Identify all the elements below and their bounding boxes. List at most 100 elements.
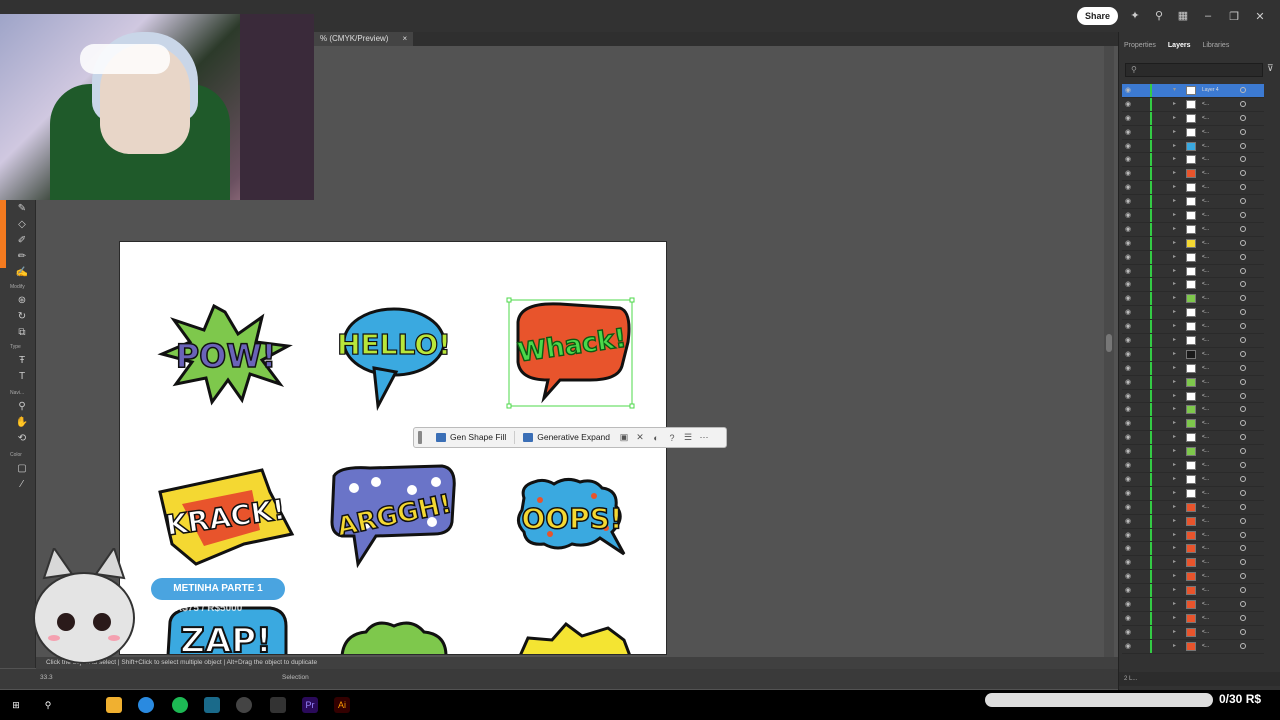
layer-row[interactable]: ◉ ▸ <...	[1122, 209, 1264, 223]
expand-chevron-icon[interactable]: ▸	[1173, 364, 1176, 371]
target-circle-icon[interactable]	[1240, 225, 1246, 232]
expand-chevron-icon[interactable]: ▸	[1173, 447, 1176, 454]
pen-tool-icon[interactable]: ✎	[14, 202, 30, 216]
target-circle-icon[interactable]	[1240, 184, 1246, 191]
expand-chevron-icon[interactable]: ▸	[1173, 239, 1176, 246]
visibility-eye-icon[interactable]: ◉	[1125, 225, 1131, 233]
layer-row[interactable]: ◉ ▸ <...	[1122, 570, 1264, 585]
layer-row[interactable]: ◉ ▸ <...	[1122, 195, 1264, 210]
expand-chevron-icon[interactable]: ▸	[1173, 628, 1176, 635]
expand-chevron-icon[interactable]: ▸	[1173, 572, 1176, 579]
expand-chevron-icon[interactable]: ▸	[1173, 336, 1176, 343]
expand-chevron-icon[interactable]: ▸	[1173, 517, 1176, 524]
target-circle-icon[interactable]	[1240, 489, 1246, 496]
target-circle-icon[interactable]	[1240, 198, 1246, 205]
visibility-eye-icon[interactable]: ◉	[1125, 86, 1131, 94]
target-circle-icon[interactable]	[1240, 420, 1246, 427]
layer-row[interactable]: ◉ ▸ <...	[1122, 597, 1264, 612]
visibility-eye-icon[interactable]: ◉	[1125, 628, 1131, 636]
expand-chevron-icon[interactable]: ▸	[1173, 392, 1176, 399]
search-icon[interactable]: ⚲	[1152, 9, 1166, 23]
expand-chevron-icon[interactable]: ▸	[1173, 197, 1176, 204]
visibility-eye-icon[interactable]: ◉	[1125, 142, 1131, 150]
visibility-eye-icon[interactable]: ◉	[1125, 392, 1131, 400]
layer-row[interactable]: ◉ ▸ <...	[1122, 625, 1264, 640]
visibility-eye-icon[interactable]: ◉	[1125, 364, 1131, 372]
target-circle-icon[interactable]	[1240, 364, 1246, 371]
layer-row[interactable]: ◉ ▸ <...	[1122, 236, 1264, 251]
layer-row[interactable]: ◉ ▸ <...	[1122, 139, 1264, 154]
layer-row[interactable]: ◉ ▸ <...	[1122, 542, 1264, 557]
visibility-eye-icon[interactable]: ◉	[1125, 100, 1131, 108]
visibility-eye-icon[interactable]: ◉	[1125, 239, 1131, 247]
pencil-tool-icon[interactable]: ✏	[14, 250, 30, 264]
visibility-eye-icon[interactable]: ◉	[1125, 294, 1131, 302]
visibility-eye-icon[interactable]: ◉	[1125, 447, 1131, 455]
expand-chevron-icon[interactable]: ▸	[1173, 280, 1176, 287]
expand-chevron-icon[interactable]: ▸	[1173, 211, 1176, 218]
expand-chevron-icon[interactable]: ▸	[1173, 267, 1176, 274]
layer-row[interactable]: ◉ ▸ <...	[1122, 431, 1264, 446]
sticker-whack[interactable]: Whack!	[506, 297, 635, 409]
document-tab[interactable]: % (CMYK/Preview) ×	[314, 32, 414, 46]
visibility-eye-icon[interactable]: ◉	[1125, 183, 1131, 191]
app2-icon[interactable]	[270, 697, 286, 713]
layer-row[interactable]: ◉ ▸ <...	[1122, 320, 1264, 335]
visibility-eye-icon[interactable]: ◉	[1125, 586, 1131, 594]
target-circle-icon[interactable]	[1240, 170, 1246, 177]
expand-chevron-icon[interactable]: ▸	[1173, 225, 1176, 232]
sticker-oops[interactable]: OOPS!	[517, 477, 626, 556]
layer-row[interactable]: ◉ ▸ <...	[1122, 306, 1264, 321]
target-circle-icon[interactable]	[1240, 253, 1246, 260]
layer-row[interactable]: ◉ ▸ <...	[1122, 334, 1264, 348]
expand-chevron-icon[interactable]: ▸	[1173, 489, 1176, 496]
expand-chevron-icon[interactable]: ▸	[1173, 322, 1176, 329]
close-icon[interactable]: ✕	[1252, 10, 1268, 23]
target-circle-icon[interactable]	[1240, 517, 1246, 524]
layer-row[interactable]: ◉ ▸ <...	[1122, 97, 1264, 112]
minimize-icon[interactable]: –	[1200, 10, 1216, 22]
expand-chevron-icon[interactable]: ▸	[1173, 350, 1176, 357]
target-circle-icon[interactable]	[1240, 587, 1246, 594]
width-tool-icon[interactable]: ⊛	[14, 294, 30, 308]
layer-row[interactable]: ◉ ▸ <...	[1122, 472, 1264, 487]
target-circle-icon[interactable]	[1240, 350, 1246, 357]
visibility-eye-icon[interactable]: ◉	[1125, 405, 1131, 413]
visibility-eye-icon[interactable]: ◉	[1125, 419, 1131, 427]
visibility-eye-icon[interactable]: ◉	[1125, 128, 1131, 136]
layers-search-input[interactable]: ⚲	[1125, 63, 1263, 77]
visibility-eye-icon[interactable]: ◉	[1125, 531, 1131, 539]
expand-chevron-icon[interactable]: ▸	[1173, 155, 1176, 162]
share-button[interactable]: Share	[1076, 7, 1118, 25]
target-circle-icon[interactable]	[1240, 281, 1246, 288]
app-icon[interactable]	[204, 697, 220, 713]
visibility-eye-icon[interactable]: ◉	[1125, 475, 1131, 483]
expand-chevron-icon[interactable]: ▸	[1173, 183, 1176, 190]
expand-chevron-icon[interactable]: ▸	[1173, 614, 1176, 621]
layer-row[interactable]: ◉ ▸ <...	[1122, 486, 1264, 501]
illustrator-icon[interactable]: Ai	[334, 697, 350, 713]
target-circle-icon[interactable]	[1240, 295, 1246, 302]
workspace-icon[interactable]: ▦	[1176, 9, 1190, 23]
layer-row[interactable]: ◉ ▸ <...	[1122, 445, 1264, 460]
expand-chevron-icon[interactable]: ▸	[1173, 114, 1176, 121]
visibility-eye-icon[interactable]: ◉	[1125, 350, 1131, 358]
drag-handle[interactable]	[418, 431, 422, 444]
target-circle-icon[interactable]	[1240, 309, 1246, 316]
more-options-icon[interactable]: ⋯	[696, 432, 712, 443]
expand-chevron-icon[interactable]: ▸	[1173, 128, 1176, 135]
visibility-eye-icon[interactable]: ◉	[1125, 197, 1131, 205]
obs-icon[interactable]	[236, 697, 252, 713]
target-circle-icon[interactable]	[1240, 600, 1246, 607]
restore-icon[interactable]: ❐	[1226, 10, 1242, 23]
tab-libraries[interactable]: Libraries	[1202, 42, 1229, 49]
layer-row[interactable]: ◉ ▸ <...	[1122, 584, 1264, 598]
align-icon[interactable]: ☰	[680, 432, 696, 443]
visibility-eye-icon[interactable]: ◉	[1125, 267, 1131, 275]
expand-chevron-icon[interactable]: ▸	[1173, 253, 1176, 260]
visibility-eye-icon[interactable]: ◉	[1125, 517, 1131, 525]
image-trace-icon[interactable]: ▣	[616, 432, 632, 443]
help-icon[interactable]: ?	[664, 433, 680, 443]
type-tool-icon[interactable]: T	[14, 370, 30, 384]
filter-icon[interactable]: ⊽	[1267, 63, 1274, 74]
